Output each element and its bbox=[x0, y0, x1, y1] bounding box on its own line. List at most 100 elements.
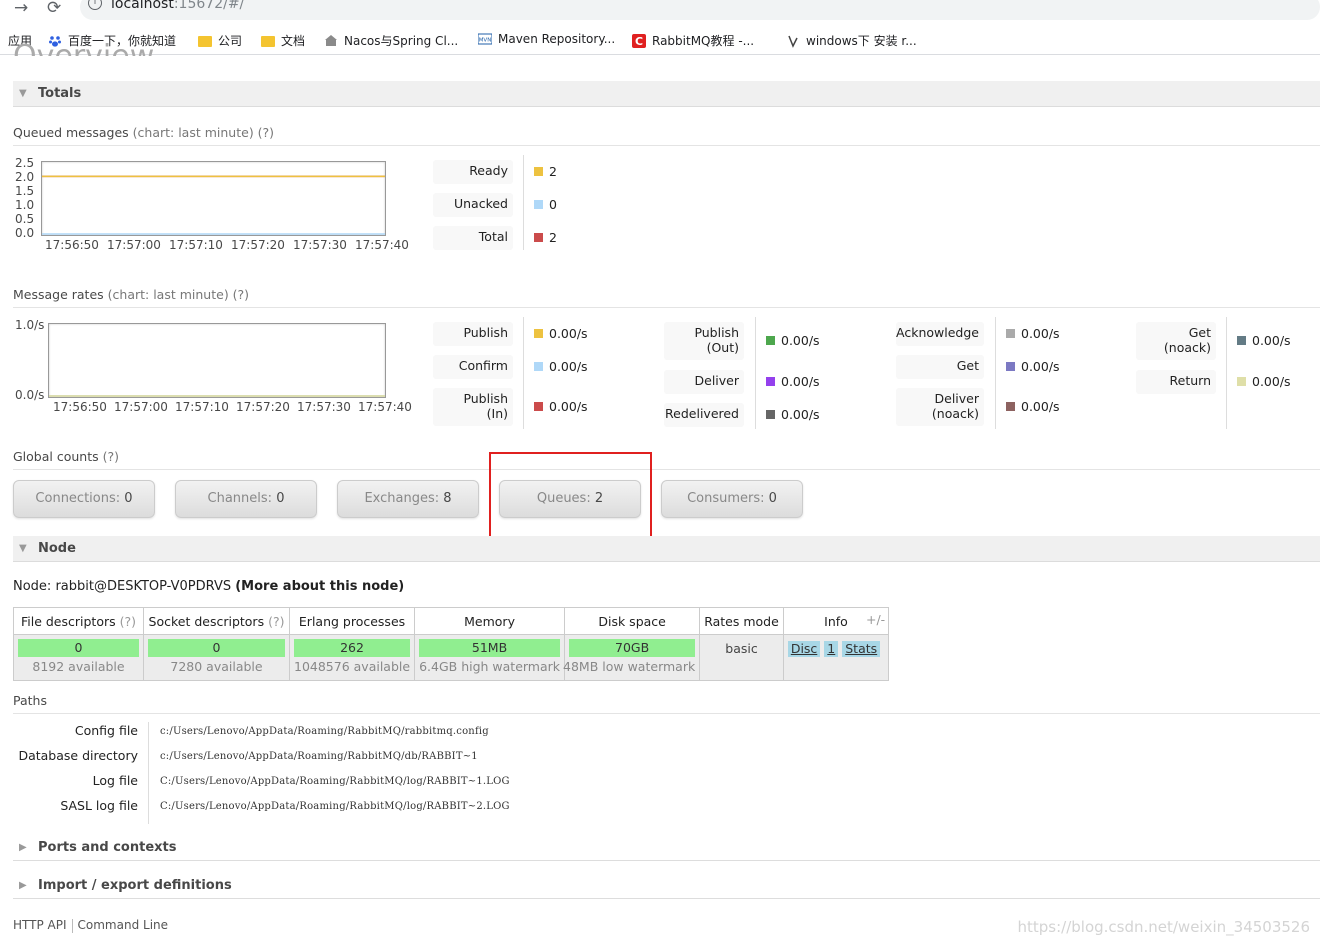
erlang-processes-cell: 262 1048576 available bbox=[288, 634, 416, 681]
ports-contexts-section-header[interactable]: ▶ Ports and contexts bbox=[13, 835, 1320, 861]
legend-value-text: 0.00/s bbox=[549, 326, 588, 341]
rates-x-tick: 17:57:30 bbox=[297, 400, 351, 414]
legend-value-text: 0.00/s bbox=[1252, 333, 1291, 348]
legend-swatch bbox=[534, 402, 543, 411]
rates-y-tick: 0.0/s bbox=[15, 388, 45, 402]
legend-value-text: 0.00/s bbox=[1021, 399, 1060, 414]
count-badge[interactable]: 1 bbox=[824, 641, 839, 657]
totals-section-header[interactable]: ▼ Totals bbox=[13, 81, 1320, 107]
header-socket-descriptors: Socket descriptors (?) bbox=[143, 607, 290, 635]
collapse-triangle-icon: ▼ bbox=[19, 543, 27, 554]
queued-chart-plot bbox=[42, 175, 385, 235]
info-icon[interactable]: i bbox=[88, 0, 102, 10]
command-line-link[interactable]: Command Line bbox=[78, 918, 169, 932]
legend-label-redelivered: Redelivered bbox=[664, 403, 744, 427]
legend-divider bbox=[523, 317, 524, 429]
legend-swatch bbox=[1006, 329, 1015, 338]
legend-value-text: 2 bbox=[549, 230, 557, 245]
bookmark-maven[interactable]: MVN Maven Repository... bbox=[478, 32, 615, 46]
legend-value-text: 0.00/s bbox=[549, 359, 588, 374]
collapse-triangle-icon: ▼ bbox=[19, 88, 27, 99]
consumers-count-button[interactable]: Consumers: 0 bbox=[661, 480, 803, 518]
queued-x-tick: 17:57:40 bbox=[355, 238, 409, 252]
legend-value-text: 2 bbox=[549, 164, 557, 179]
rates-x-tick: 17:56:50 bbox=[53, 400, 107, 414]
rates-mode-cell: basic bbox=[699, 634, 784, 681]
queued-x-tick: 17:57:20 bbox=[231, 238, 285, 252]
channels-count-button[interactable]: Channels: 0 bbox=[175, 480, 317, 518]
stats-badge[interactable]: Stats bbox=[842, 641, 881, 657]
header-file-descriptors: File descriptors (?) bbox=[13, 607, 144, 635]
queued-y-tick: 1.0 bbox=[15, 198, 35, 212]
legend-value-get-noack: 0.00/s bbox=[1237, 333, 1291, 348]
queued-y-tick: 2.0 bbox=[15, 170, 35, 184]
rates-y-tick: 1.0/s bbox=[15, 318, 45, 332]
info-cell: Disc 1 Stats bbox=[782, 634, 890, 681]
svg-text:MVN: MVN bbox=[479, 38, 492, 44]
watermark: https://blog.csdn.net/weixin_34503526 bbox=[1017, 918, 1310, 936]
rates-x-tick: 17:57:20 bbox=[236, 400, 290, 414]
legend-label-confirm: Confirm bbox=[433, 355, 513, 379]
connections-count-button[interactable]: Connections: 0 bbox=[13, 480, 155, 518]
queued-x-tick: 17:56:50 bbox=[45, 238, 99, 252]
legend-label-get: Get bbox=[896, 355, 984, 379]
queued-chart bbox=[41, 161, 386, 236]
url-text[interactable]: localhost:15672/#/ bbox=[111, 0, 244, 12]
legend-value-total: 2 bbox=[534, 230, 557, 245]
reload-icon[interactable]: ⟳ bbox=[47, 0, 61, 18]
paths-heading: Paths bbox=[13, 693, 1320, 714]
disc-badge[interactable]: Disc bbox=[787, 641, 821, 657]
address-bar[interactable]: i localhost:15672/#/ bbox=[80, 0, 1320, 20]
legend-value-redelivered: 0.00/s bbox=[766, 407, 820, 422]
folder-icon bbox=[261, 35, 275, 47]
footer-links: HTTP API Command Line bbox=[13, 918, 168, 933]
legend-divider bbox=[995, 317, 996, 429]
legend-swatch bbox=[1006, 362, 1015, 371]
paths-divider bbox=[148, 722, 149, 824]
rates-x-tick: 17:57:00 bbox=[114, 400, 168, 414]
legend-label-deliver-noack: Deliver (noack) bbox=[896, 388, 984, 426]
more-about-node-link[interactable]: (More about this node) bbox=[235, 579, 404, 594]
back-arrow-icon[interactable]: → bbox=[14, 0, 28, 18]
import-export-section-header[interactable]: ▶ Import / export definitions bbox=[13, 873, 1320, 899]
node-stats-table: File descriptors (?) Socket descriptors … bbox=[13, 607, 890, 681]
legend-label-get-noack: Get (noack) bbox=[1136, 322, 1216, 360]
legend-label-total: Total bbox=[433, 226, 513, 250]
legend-value-publish-out: 0.00/s bbox=[766, 333, 820, 348]
node-name: Node: rabbit@DESKTOP-V0PDRVS (More about… bbox=[13, 579, 405, 594]
disk-space-cell: 70GB 48MB low watermark bbox=[563, 634, 701, 681]
queued-y-tick: 0.5 bbox=[15, 212, 35, 226]
bookmark-windows-install[interactable]: windows下 安装 r... bbox=[786, 32, 917, 49]
http-api-link[interactable]: HTTP API bbox=[13, 918, 67, 932]
legend-swatch bbox=[766, 336, 775, 345]
queued-messages-heading: Queued messages (chart: last minute) (?) bbox=[13, 125, 1320, 146]
page-title: Overview bbox=[13, 42, 154, 56]
highlight-annotation-box bbox=[489, 452, 652, 541]
node-section-header[interactable]: ▼ Node bbox=[13, 536, 1320, 562]
legend-value-text: 0.00/s bbox=[1021, 326, 1060, 341]
exchanges-count-button[interactable]: Exchanges: 8 bbox=[337, 480, 479, 518]
file-descriptors-cell: 0 8192 available bbox=[13, 634, 144, 681]
config-file-value: c:/Users/Lenovo/AppData/Roaming/RabbitMQ… bbox=[160, 726, 489, 737]
legend-value-return: 0.00/s bbox=[1237, 374, 1291, 389]
queued-y-tick: 1.5 bbox=[15, 184, 35, 198]
legend-value-text: 0.00/s bbox=[781, 374, 820, 389]
legend-value-confirm: 0.00/s bbox=[534, 359, 588, 374]
svg-text:C: C bbox=[635, 35, 643, 48]
bookmark-docs[interactable]: 文档 bbox=[261, 32, 305, 49]
legend-swatch bbox=[534, 362, 543, 371]
queued-x-tick: 17:57:00 bbox=[107, 238, 161, 252]
legend-value-text: 0 bbox=[549, 197, 557, 212]
header-memory: Memory bbox=[414, 607, 566, 635]
bookmark-company[interactable]: 公司 bbox=[198, 32, 242, 49]
rates-chart-plot bbox=[49, 395, 385, 397]
columns-toggle[interactable]: +/- bbox=[866, 612, 885, 627]
bookmark-rabbitmq-tutorial[interactable]: C RabbitMQ教程 -... bbox=[632, 32, 754, 49]
legend-swatch bbox=[534, 233, 543, 242]
bookmark-nacos[interactable]: Nacos与Spring Cl... bbox=[324, 32, 458, 49]
legend-divider bbox=[523, 155, 524, 250]
legend-swatch bbox=[1237, 377, 1246, 386]
legend-divider bbox=[755, 317, 756, 429]
legend-value-acknowledge: 0.00/s bbox=[1006, 326, 1060, 341]
legend-swatch bbox=[766, 410, 775, 419]
